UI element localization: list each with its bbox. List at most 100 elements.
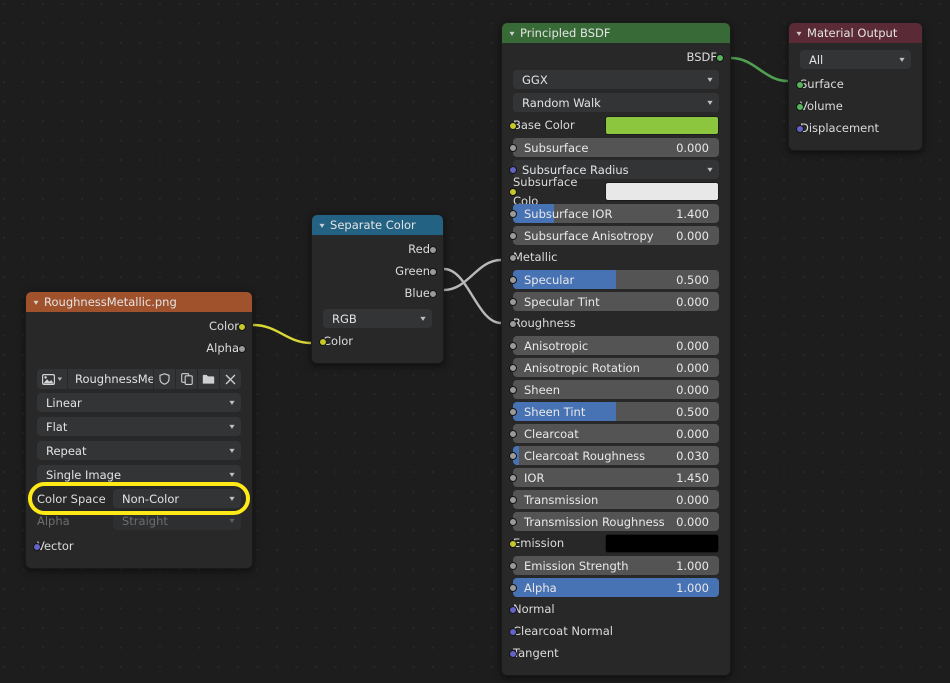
socket-volume[interactable] [796,103,804,111]
node-title: Principled BSDF [520,26,610,40]
source-select[interactable]: Single Image ▾ [37,465,241,484]
distribution-select[interactable]: GGX ▾ [513,70,719,89]
color-space-select[interactable]: Non-Color ▾ [113,489,241,508]
slider-transmission-roughness[interactable]: Transmission Roughness 0.000 [513,512,719,531]
slider-anisotropic[interactable]: Anisotropic 0.000 [513,336,719,355]
socket-surface[interactable] [796,81,804,89]
row-base-color: Base Color [513,116,719,135]
color-space-row[interactable]: Color Space Non-Color ▾ [37,489,241,508]
link-green-to-roughness [444,269,501,323]
socket-in-color[interactable] [319,338,327,346]
node-header-principled-bsdf[interactable]: ▾ Principled BSDF [502,23,730,43]
socket-specular[interactable] [509,276,517,284]
projection-select[interactable]: Flat ▾ [37,417,241,436]
socket-out-green[interactable] [429,268,437,276]
slider-label: Emission Strength [513,559,629,573]
node-title: RoughnessMetallic.png [44,295,177,309]
image-datablock-bar[interactable]: ▾ RoughnessMetalli... [37,369,241,389]
socket-transmission[interactable] [509,496,517,504]
node-material-output[interactable]: ▾ Material Output All ▾ Surface Volume D… [788,22,923,151]
socket-transmission-roughness[interactable] [509,518,517,526]
node-principled-bsdf[interactable]: ▾ Principled BSDF BSDF GGX ▾ Random Walk… [501,22,731,676]
node-header-separate-color[interactable]: ▾ Separate Color [312,215,443,235]
chevron-down-icon[interactable]: ▾ [509,29,514,38]
subsurface-method-select[interactable]: Random Walk ▾ [513,93,719,112]
socket-displacement[interactable] [796,125,804,133]
node-header-material-output[interactable]: ▾ Material Output [789,23,922,43]
slider-value: 0.030 [676,449,719,463]
target-select[interactable]: All ▾ [800,50,911,69]
chevron-down-icon[interactable]: ▾ [319,221,324,230]
socket-alpha[interactable] [509,584,517,592]
socket-sheen-tint[interactable] [509,408,517,416]
folder-icon[interactable] [198,369,219,389]
interpolation-select[interactable]: Linear ▾ [37,393,241,412]
close-icon[interactable] [220,369,241,389]
row-anisotropic: Anisotropic 0.000 [513,336,719,355]
socket-out-alpha[interactable] [238,345,246,353]
mode-select[interactable]: RGB ▾ [323,309,432,328]
row-distribution[interactable]: GGX ▾ [513,70,719,90]
socket-base-color[interactable] [509,122,517,130]
socket-anisotropic[interactable] [509,342,517,350]
chevron-down-icon[interactable]: ▾ [796,29,801,38]
row-label: Emission [513,534,605,553]
shield-icon[interactable] [154,369,175,389]
socket-out-blue[interactable] [429,290,437,298]
socket-emission[interactable] [509,540,517,548]
duplicate-icon[interactable] [176,369,197,389]
socket-out-red[interactable] [429,246,437,254]
slider-emission-strength[interactable]: Emission Strength 1.000 [513,556,719,575]
socket-emission-strength[interactable] [509,562,517,570]
image-name-field[interactable]: RoughnessMetalli... [68,369,153,389]
slider-subsurface-anisotropy[interactable]: Subsurface Anisotropy 0.000 [513,226,719,245]
slider-alpha[interactable]: Alpha 1.000 [513,578,719,597]
output-label-bsdf: BSDF [513,48,719,67]
socket-subsurface-anisotropy[interactable] [509,232,517,240]
socket-sheen[interactable] [509,386,517,394]
slider-subsurface[interactable]: Subsurface 0.000 [513,138,719,157]
slider-sheen[interactable]: Sheen 0.000 [513,380,719,399]
slider-transmission[interactable]: Transmission 0.000 [513,490,719,509]
slider-sheen-tint[interactable]: Sheen Tint 0.500 [513,402,719,421]
socket-output-bsdf[interactable] [716,54,724,62]
image-browse-icon[interactable]: ▾ [37,369,67,389]
socket-clearcoat-normal[interactable] [509,628,517,636]
slider-subsurface-ior[interactable]: Subsurface IOR 1.400 [513,204,719,223]
slider-clearcoat-roughness[interactable]: Clearcoat Roughness 0.030 [513,446,719,465]
socket-ior[interactable] [509,474,517,482]
slider-specular[interactable]: Specular 0.500 [513,270,719,289]
row-extension[interactable]: Repeat ▾ [37,441,241,461]
socket-anisotropic-rotation[interactable] [509,364,517,372]
socket-roughness[interactable] [509,320,517,328]
row-projection[interactable]: Flat ▾ [37,417,241,437]
extension-select[interactable]: Repeat ▾ [37,441,241,460]
slider-clearcoat[interactable]: Clearcoat 0.000 [513,424,719,443]
row-clearcoat-normal: Clearcoat Normal [513,622,719,641]
socket-clearcoat[interactable] [509,430,517,438]
slider-specular-tint[interactable]: Specular Tint 0.000 [513,292,719,311]
node-image-texture[interactable]: ▾ RoughnessMetallic.png Color Alpha ▾ Ro… [25,291,253,569]
row-source[interactable]: Single Image ▾ [37,465,241,485]
socket-tangent[interactable] [509,650,517,658]
node-separate-color[interactable]: ▾ Separate Color Red Green Blue RGB ▾ Co… [311,214,444,364]
row-subsurface-method[interactable]: Random Walk ▾ [513,93,719,113]
row-interpolation[interactable]: Linear ▾ [37,393,241,413]
socket-subsurface-ior[interactable] [509,210,517,218]
socket-in-vector[interactable] [33,543,41,551]
socket-metallic[interactable] [509,254,517,262]
color-swatch-emission[interactable] [605,534,719,553]
socket-out-color[interactable] [238,323,246,331]
chevron-down-icon[interactable]: ▾ [33,298,38,307]
socket-subsurface[interactable] [509,144,517,152]
socket-normal[interactable] [509,606,517,614]
slider-anisotropic-rotation[interactable]: Anisotropic Rotation 0.000 [513,358,719,377]
socket-specular-tint[interactable] [509,298,517,306]
row-subsurface-anisotropy: Subsurface Anisotropy 0.000 [513,226,719,245]
color-swatch-subsurface-colo[interactable] [605,182,719,201]
node-header-image-texture[interactable]: ▾ RoughnessMetallic.png [26,292,252,312]
slider-ior[interactable]: IOR 1.450 [513,468,719,487]
socket-subsurface-colo[interactable] [509,188,517,196]
socket-clearcoat-roughness[interactable] [509,452,517,460]
color-swatch-base-color[interactable] [605,116,719,135]
